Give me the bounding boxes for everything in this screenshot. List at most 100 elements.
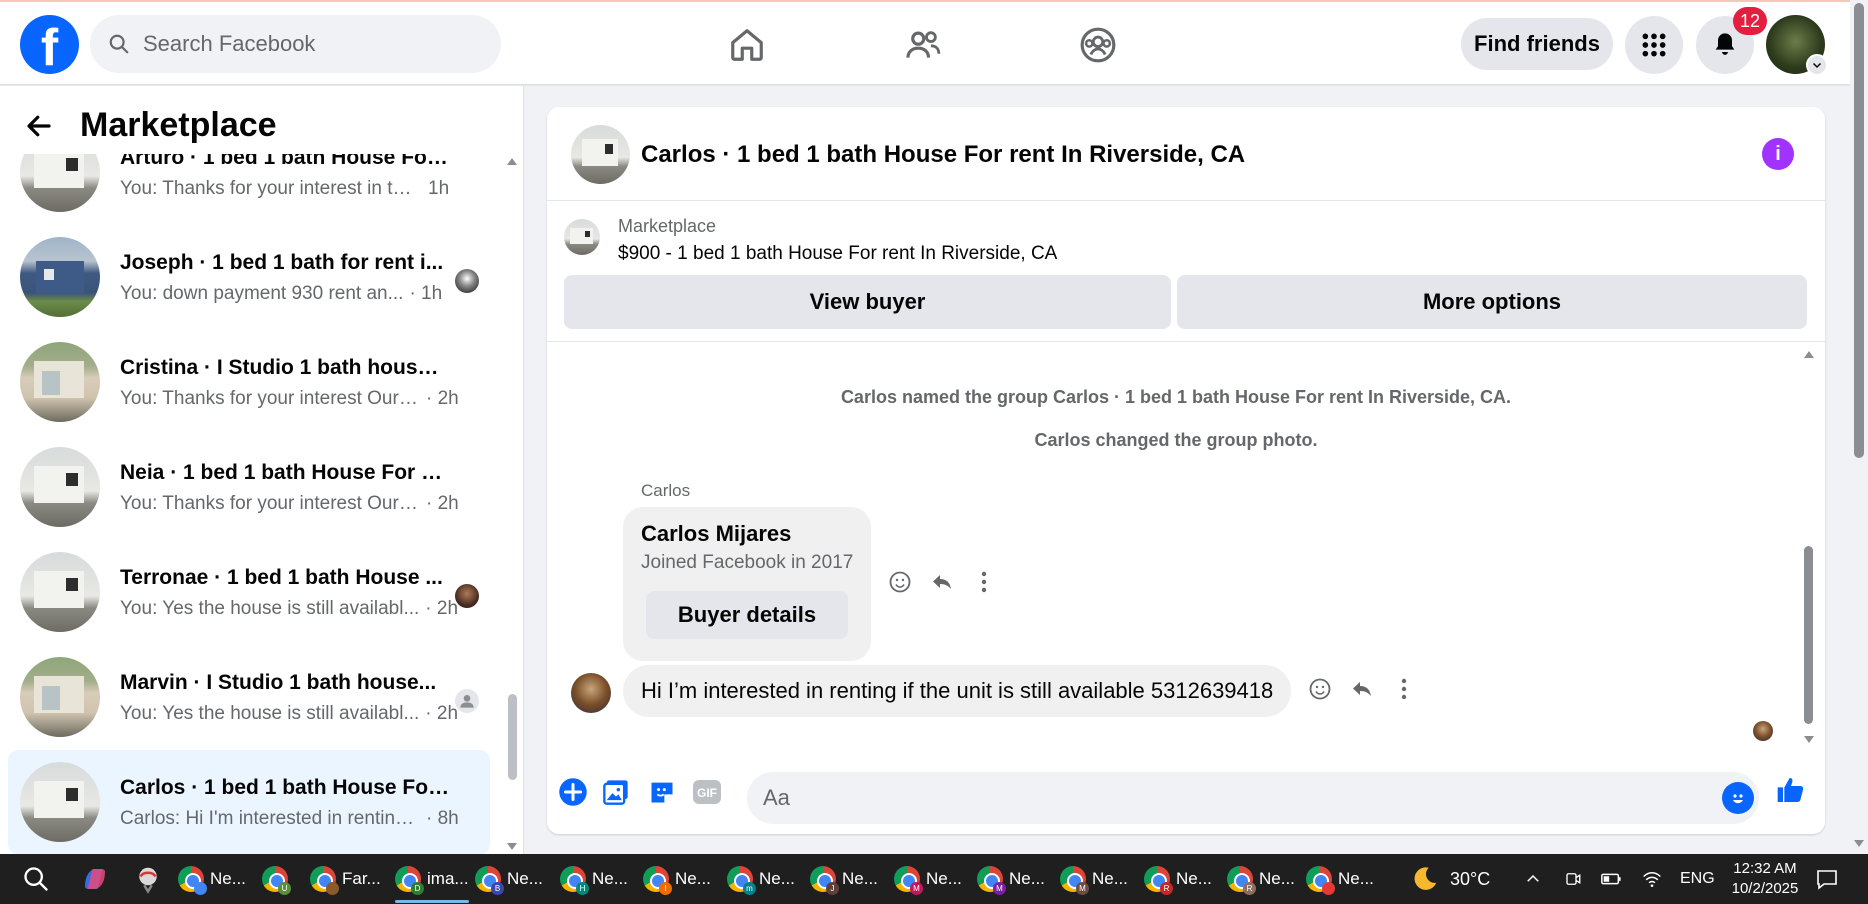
back-arrow-icon[interactable] [24,111,54,141]
profile-badge [326,882,339,895]
listing-thumbnail [20,762,100,842]
scrollbar-thumb[interactable] [1854,3,1864,458]
conversation-item[interactable]: Neia · 1 bed 1 bath House For re... You:… [8,435,490,539]
scrollbar-thumb[interactable] [1804,546,1813,724]
menu-grid-button[interactable] [1625,16,1683,74]
conversation-item[interactable]: Terronae · 1 bed 1 bath House ... You: Y… [8,540,490,644]
notification-center-icon[interactable] [1815,854,1839,904]
scroll-down-icon[interactable] [1803,735,1815,745]
view-buyer-button[interactable]: View buyer [564,275,1171,329]
taskbar-window-label: ima... [427,869,469,888]
conversation-item[interactable]: Marvin · I Studio 1 bath house... You: Y… [8,645,490,749]
thumbs-up-icon[interactable] [1775,774,1807,806]
conversation-time: · 2h [425,703,459,724]
page-title: Marketplace [80,106,277,144]
friends-icon[interactable] [899,21,947,69]
conversation-title: Marvin · I Studio 1 bath house... [120,671,437,694]
page-scrollbar[interactable] [1850,0,1868,854]
emoji-icon[interactable] [1722,782,1754,814]
info-icon[interactable]: i [1762,138,1794,170]
groups-icon[interactable] [1074,21,1122,69]
listing-description[interactable]: $900 - 1 bed 1 bath House For rent In Ri… [618,243,1057,265]
message-bubble[interactable]: Hi I’m interested in renting if the unit… [623,665,1292,717]
system-clock[interactable]: 12:32 AM 10/2/2025 [1720,859,1810,899]
battery-icon[interactable] [1600,854,1622,904]
more-options-button[interactable]: More options [1177,275,1807,329]
photo-icon[interactable] [600,776,632,808]
meet-icon[interactable] [1564,854,1582,904]
chevron-up-icon[interactable] [1524,854,1542,904]
search-icon[interactable] [22,859,50,899]
group-photo[interactable] [571,125,630,184]
taskbar-chrome-window[interactable]: I Ne... [643,859,711,899]
find-friends-button[interactable]: Find friends [1461,18,1613,70]
search-input[interactable] [143,15,483,73]
scroll-up-icon[interactable] [1803,349,1815,359]
chrome-icon: R [1227,866,1256,895]
scroll-up-icon[interactable] [506,156,518,166]
language-indicator[interactable]: ENG [1680,854,1715,904]
taskbar-chrome-window[interactable]: Far... [310,859,381,899]
taskbar-window-label: Ne... [1092,869,1128,888]
taskbar-chrome-window[interactable]: J Ne... [810,859,878,899]
scrollbar-thumb[interactable] [508,694,517,780]
listing-thumbnail[interactable] [564,219,600,255]
reply-icon[interactable] [928,568,956,596]
conversation-item[interactable]: Arturo · 1 bed 1 bath House For r... You… [8,154,490,224]
conversation-title: Joseph · 1 bed 1 bath for rent i... [120,251,444,274]
wifi-icon[interactable] [1642,854,1662,904]
home-icon[interactable] [723,21,771,69]
conversation-item[interactable]: Cristina · I Studio 1 bath house f... Yo… [8,330,490,434]
taskbar-chrome-window[interactable]: M Ne... [894,859,962,899]
sender-avatar[interactable] [571,673,611,713]
facebook-logo[interactable]: f [20,15,79,74]
more-vertical-icon[interactable] [970,568,998,596]
message-input[interactable] [763,772,1663,824]
chevron-down-icon[interactable] [1806,54,1828,76]
weather-widget[interactable]: 30°C [1410,854,1490,904]
chrome-icon [1306,866,1335,895]
taskbar-chrome-window[interactable]: m Ne... [727,859,795,899]
chat-scrollbar[interactable] [1800,345,1818,755]
weather-temp: 30°C [1450,868,1491,889]
profile-badge: B [491,882,504,895]
scroll-down-icon[interactable] [1853,839,1865,849]
taskbar-window-label: Ne... [592,869,628,888]
sidebar-scrollbar[interactable] [505,156,519,851]
taskbar-chrome-window[interactable]: M Ne... [977,859,1045,899]
read-receipt-avatar [455,584,479,608]
chat-title[interactable]: Carlos · 1 bed 1 bath House For rent In … [641,141,1245,169]
taskbar-chrome-window[interactable]: Dima... [395,859,469,903]
taskbar-chrome-window[interactable]: U [262,859,294,899]
taskbar-chrome-window[interactable]: Ne... [178,859,246,899]
sticker-icon[interactable] [646,776,678,808]
clock-date: 10/2/2025 [1731,880,1799,897]
more-vertical-icon[interactable] [1390,675,1418,703]
app-icon[interactable] [133,859,163,899]
listing-thumbnail [20,237,100,317]
gif-icon[interactable]: GIF [691,776,723,808]
notification-count-badge: 12 [1733,7,1767,35]
buyer-joined: Joined Facebook in 2017 [641,552,854,573]
react-emoji-icon[interactable] [1306,675,1334,703]
search-box[interactable] [90,15,501,73]
taskbar-chrome-window[interactable]: M Ne... [1060,859,1128,899]
taskbar-chrome-window[interactable]: B Ne... [475,859,543,899]
taskbar-chrome-window[interactable]: R Ne... [1227,859,1295,899]
message-actions [886,568,998,596]
taskbar-chrome-window[interactable]: H Ne... [560,859,628,899]
scroll-down-icon[interactable] [506,842,518,852]
chrome-icon: J [810,866,839,895]
plus-circle-icon[interactable] [557,776,589,808]
reply-icon[interactable] [1348,675,1376,703]
buyer-details-button[interactable]: Buyer details [646,591,848,639]
conversation-item[interactable]: Joseph · 1 bed 1 bath for rent i... You:… [8,225,490,329]
conversation-item-selected[interactable]: Carlos · 1 bed 1 bath House For r... Car… [8,750,490,854]
chrome-icon: M [894,866,923,895]
taskbar-chrome-window[interactable]: R Ne... [1144,859,1212,899]
react-emoji-icon[interactable] [886,568,914,596]
taskbar-chrome-window[interactable]: Ne... [1306,859,1374,899]
default-user-icon [455,689,479,713]
message-input-box[interactable] [747,772,1759,824]
copilot-icon[interactable] [80,859,110,899]
